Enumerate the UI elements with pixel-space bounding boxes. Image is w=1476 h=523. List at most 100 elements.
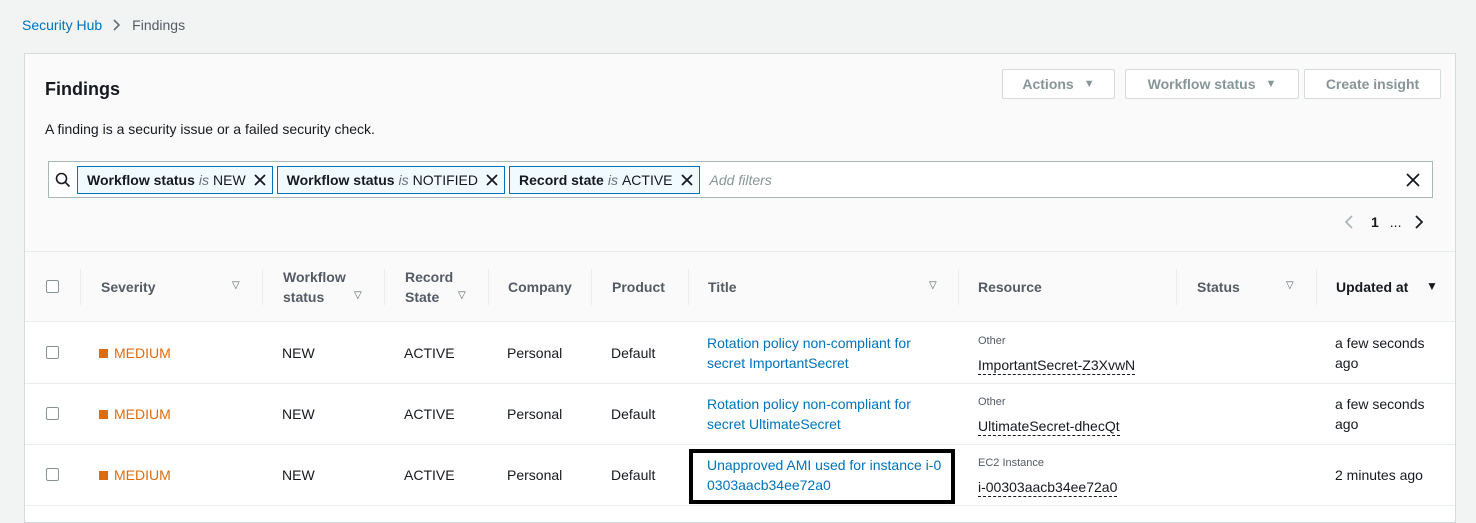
close-icon[interactable] [486,173,498,186]
column-divider [488,269,489,305]
filter-value: NEW [213,171,246,188]
filter-op: is [398,171,409,188]
column-divider [688,269,689,305]
severity-label: MEDIUM [114,406,171,422]
table-row[interactable]: MEDIUM NEW ACTIVE Personal Default Rotat… [25,323,1455,384]
row-checkbox[interactable] [46,346,59,359]
filter-value: ACTIVE [621,171,673,188]
search-icon [49,162,77,197]
resource-cell: Other ImportantSecret-Z3XvwN [978,331,1136,375]
actions-button[interactable]: Actions ▼ [1002,69,1115,99]
close-icon[interactable] [680,173,693,186]
column-divider [958,269,959,305]
sort-descending-icon[interactable]: ▼ [1426,279,1438,293]
column-header-severity[interactable]: Severity [101,267,155,307]
resource-cell: EC2 Instance i-00303aacb34ee72a0 [978,453,1118,497]
column-divider [384,269,385,305]
column-divider [80,269,81,305]
column-header-status[interactable]: Status [1197,267,1240,307]
caret-down-icon: ▼ [1083,78,1095,90]
resource-id-link[interactable]: ImportantSecret-Z3XvwN [978,356,1136,375]
filter-token-record-state-active: Record state is ACTIVE [509,165,700,194]
workflow-status-button-label: Workflow status [1147,76,1256,92]
workflow-cell: NEW [282,467,315,483]
chevron-left-icon[interactable] [1341,215,1357,229]
workflow-cell: NEW [282,345,315,361]
company-cell: Personal [507,467,563,483]
severity-label: MEDIUM [114,345,171,361]
filter-value: NOTIFIED [412,171,479,188]
severity-cell: MEDIUM [99,465,171,485]
filter-op: is [198,171,209,188]
filter-token-workflow-new: Workflow status is NEW [77,165,273,194]
severity-label: MEDIUM [114,467,171,483]
product-cell: Default [611,467,656,483]
findings-panel: Findings A finding is a security issue o… [24,53,1456,523]
breadcrumb-security-hub[interactable]: Security Hub [22,17,102,33]
resource-type: EC2 Instance [978,457,1045,469]
resource-type: Other [978,335,1006,347]
table-row[interactable]: MEDIUM NEW ACTIVE Personal Default Rotat… [25,384,1455,445]
severity-cell: MEDIUM [99,404,171,424]
chevron-right-icon [102,19,132,31]
column-header-title[interactable]: Title [708,267,737,307]
create-insight-button[interactable]: Create insight [1304,69,1441,99]
column-header-updated-at[interactable]: Updated at [1336,267,1408,307]
page-number[interactable]: 1 [1371,214,1379,230]
resource-id-link[interactable]: UltimateSecret-dhecQt [978,417,1120,436]
record-state-cell: ACTIVE [404,345,455,361]
panel-header: Findings A finding is a security issue o… [25,54,1455,252]
sort-icon[interactable]: ▽ [458,290,466,301]
breadcrumb: Security Hub Findings [22,16,185,34]
severity-indicator [99,470,108,480]
column-header-workflow-line1: Workflow [283,269,346,285]
column-header-product[interactable]: Product [612,267,665,307]
table-header: Severity ▽ Workflow status ▽ Record Stat… [25,252,1455,322]
workflow-status-button[interactable]: Workflow status ▼ [1125,69,1299,99]
severity-indicator [99,409,108,419]
resource-id-link[interactable]: i-00303aacb34ee72a0 [978,478,1118,497]
column-header-company[interactable]: Company [508,267,572,307]
highlight-box [689,449,955,504]
filter-bar[interactable]: Workflow status is NEW Workflow status i… [48,161,1433,198]
page-title: Findings [45,79,120,99]
column-divider [262,269,263,305]
company-cell: Personal [507,345,563,361]
updated-at-cell: a few seconds ago [1335,335,1425,371]
column-header-workflow-line2: status [283,289,325,305]
select-all-checkbox[interactable] [46,280,59,293]
column-header-resource[interactable]: Resource [978,267,1042,307]
sort-icon[interactable]: ▽ [354,290,362,301]
sort-icon[interactable]: ▽ [232,280,240,291]
column-header-record-state[interactable]: Record State [405,267,453,307]
filter-key: Record state [519,171,604,188]
workflow-cell: NEW [282,406,315,422]
column-divider [591,269,592,305]
create-insight-button-label: Create insight [1325,76,1420,92]
filter-op: is [607,171,618,188]
column-header-workflow-status[interactable]: Workflow status [283,267,346,307]
filter-token-workflow-notified: Workflow status is NOTIFIED [276,165,506,194]
sort-icon[interactable]: ▽ [1286,280,1294,291]
resource-type: Other [978,396,1006,408]
add-filters-input[interactable]: Add filters [710,172,1394,188]
finding-title-link[interactable]: Rotation policy non-compliant for secret… [707,333,943,373]
product-cell: Default [611,345,656,361]
actions-button-label: Actions [1022,76,1074,92]
close-icon[interactable] [254,173,266,186]
row-checkbox[interactable] [46,407,59,420]
row-checkbox[interactable] [46,468,59,481]
finding-title-link[interactable]: Rotation policy non-compliant for secret… [707,394,943,434]
clear-filters-icon[interactable] [1394,172,1432,187]
resource-cell: Other UltimateSecret-dhecQt [978,392,1120,436]
chevron-right-icon[interactable] [1411,215,1427,229]
company-cell: Personal [507,406,563,422]
column-divider [1316,269,1317,305]
filter-key: Workflow status [87,171,195,188]
product-cell: Default [611,406,656,422]
finding-title-text: Rotation policy non-compliant for secret… [707,396,911,432]
updated-at-cell: 2 minutes ago [1335,467,1423,483]
severity-cell: MEDIUM [99,343,171,363]
sort-icon[interactable]: ▽ [929,280,937,291]
record-state-cell: ACTIVE [404,406,455,422]
